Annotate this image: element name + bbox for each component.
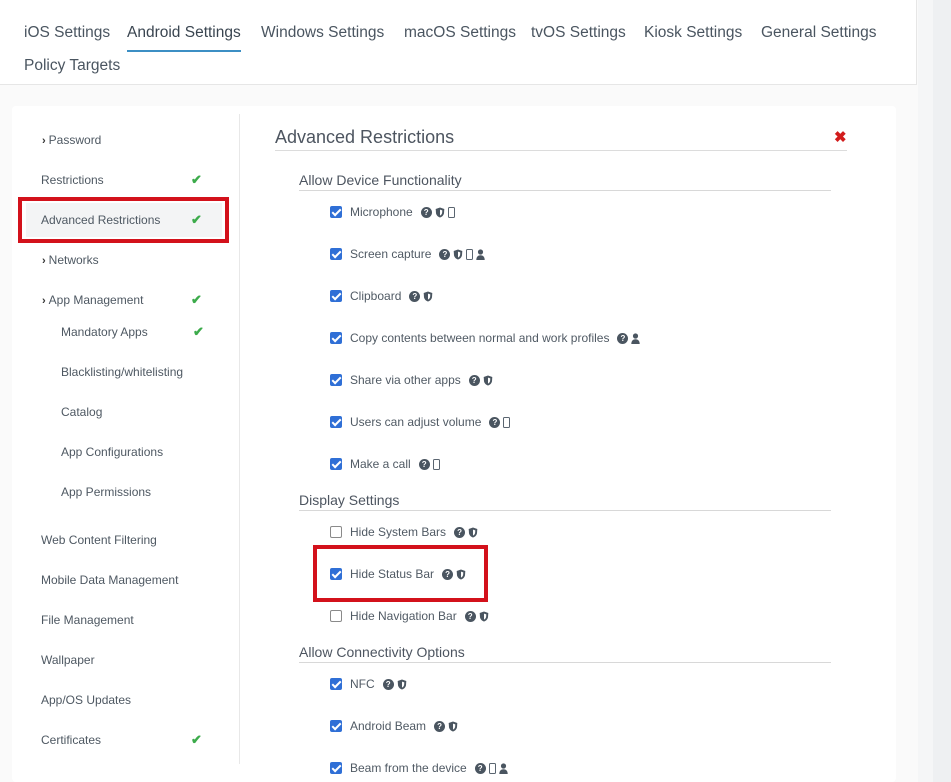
phone-icon [432, 458, 440, 470]
section-title: Display Settings [299, 492, 400, 508]
sidebar-item-app-management[interactable]: › App Management [42, 293, 143, 307]
checkbox[interactable] [330, 248, 342, 260]
help-icon[interactable]: ? [464, 610, 476, 622]
option-make-a-call: Make a call ? [330, 456, 440, 472]
option-android-beam: Android Beam ? [330, 718, 458, 734]
section-title: Allow Connectivity Options [299, 644, 465, 660]
panel-title: Advanced Restrictions [275, 127, 455, 147]
checkbox[interactable] [330, 720, 342, 732]
sidebar-item-web-content-filtering[interactable]: Web Content Filtering [41, 533, 157, 547]
help-icon[interactable]: ? [382, 678, 394, 690]
chevron-right-icon: › [42, 135, 46, 147]
option-share-via-other-apps: Share via other apps ? [330, 372, 493, 388]
phone-icon [447, 206, 455, 218]
sidebar-item-wallpaper[interactable]: Wallpaper [41, 653, 95, 667]
help-icon[interactable]: ? [439, 248, 451, 260]
checkbox[interactable] [330, 762, 342, 774]
shield-icon [468, 527, 478, 537]
option-clipboard: Clipboard ? [330, 288, 433, 304]
checkbox[interactable] [330, 206, 342, 218]
help-icon[interactable]: ? [454, 526, 466, 538]
help-icon[interactable]: ? [474, 762, 486, 774]
shield-icon [448, 721, 458, 731]
section-divider [299, 510, 831, 511]
checkbox[interactable] [330, 526, 342, 538]
sidebar-item-mobile-data-management[interactable]: Mobile Data Management [41, 573, 178, 587]
phone-icon [466, 248, 474, 260]
sidebar-item-mandatory-apps[interactable]: Mandatory Apps [61, 325, 148, 339]
chevron-right-icon: › [42, 255, 46, 267]
option-screen-capture: Screen capture ? [330, 246, 486, 262]
tab-ios-settings[interactable]: iOS Settings [24, 24, 110, 42]
sidebar-item-app-permissions[interactable]: App Permissions [61, 485, 151, 499]
checkbox[interactable] [330, 374, 342, 386]
tab-android-settings[interactable]: Android Settings [127, 24, 241, 52]
checkbox[interactable] [330, 610, 342, 622]
phone-icon [488, 762, 496, 774]
option-adjust-volume: Users can adjust volume ? [330, 414, 511, 430]
tab-tvos-settings[interactable]: tvOS Settings [531, 24, 626, 42]
close-icon[interactable]: ✖ [834, 128, 847, 146]
check-icon: ✔ [191, 172, 202, 187]
phone-icon [503, 416, 511, 428]
tab-macos-settings[interactable]: macOS Settings [404, 24, 516, 42]
sidebar-item-catalog[interactable]: Catalog [61, 405, 102, 419]
help-icon[interactable]: ? [489, 416, 501, 428]
option-copy-contents: Copy contents between normal and work pr… [330, 330, 641, 346]
help-icon[interactable]: ? [420, 206, 432, 218]
person-icon [499, 762, 508, 774]
sidebar-item-networks[interactable]: › Networks [42, 253, 99, 267]
help-icon[interactable]: ? [617, 332, 629, 344]
section-title: Allow Device Functionality [299, 172, 462, 188]
shield-icon [424, 291, 433, 301]
tab-general-settings[interactable]: General Settings [761, 24, 876, 42]
sidebar-item-blacklisting[interactable]: Blacklisting/whitelisting [61, 365, 183, 379]
option-microphone: Microphone ? [330, 204, 455, 220]
sidebar-item-password[interactable]: › Password [42, 133, 101, 147]
sidebar-item-app-configurations[interactable]: App Configurations [61, 445, 163, 459]
option-hide-navigation-bar: Hide Navigation Bar ? [330, 608, 489, 624]
check-icon: ✔ [191, 732, 202, 747]
tab-windows-settings[interactable]: Windows Settings [261, 24, 384, 42]
sidebar-divider [239, 114, 240, 764]
checkbox[interactable] [330, 290, 342, 302]
section-divider [299, 190, 831, 191]
person-icon [631, 332, 641, 344]
option-beam-from-device: Beam from the device ? [330, 760, 508, 776]
shield-icon [397, 679, 406, 689]
scroll-gutter [918, 0, 951, 782]
checkbox[interactable] [330, 332, 342, 344]
option-hide-system-bars: Hide System Bars ? [330, 524, 478, 540]
check-icon: ✔ [191, 292, 202, 307]
panel-title-divider [275, 150, 847, 151]
shield-icon [483, 375, 493, 385]
option-nfc: NFC ? [330, 676, 407, 692]
checkbox[interactable] [330, 678, 342, 690]
person-icon [476, 248, 486, 260]
chevron-right-icon: › [42, 295, 46, 307]
help-icon[interactable]: ? [418, 458, 430, 470]
sidebar-item-certificates[interactable]: Certificates [41, 733, 101, 747]
check-icon: ✔ [193, 324, 204, 339]
tab-policy-targets[interactable]: Policy Targets [24, 57, 120, 75]
shield-icon [479, 611, 489, 621]
help-icon[interactable]: ? [434, 720, 446, 732]
highlight-box-sidebar [18, 197, 229, 243]
sidebar-item-file-management[interactable]: File Management [41, 613, 134, 627]
top-tab-bar: iOS Settings Android Settings Windows Se… [0, 0, 917, 85]
checkbox[interactable] [330, 458, 342, 470]
section-divider [299, 662, 831, 663]
highlight-box-status-bar [313, 545, 488, 602]
help-icon[interactable]: ? [468, 374, 480, 386]
shield-icon [435, 207, 445, 217]
sidebar-item-app-os-updates[interactable]: App/OS Updates [41, 693, 131, 707]
tab-kiosk-settings[interactable]: Kiosk Settings [644, 24, 742, 42]
help-icon[interactable]: ? [409, 290, 421, 302]
checkbox[interactable] [330, 416, 342, 428]
sidebar-item-restrictions[interactable]: Restrictions [41, 173, 104, 187]
shield-icon [454, 249, 463, 259]
